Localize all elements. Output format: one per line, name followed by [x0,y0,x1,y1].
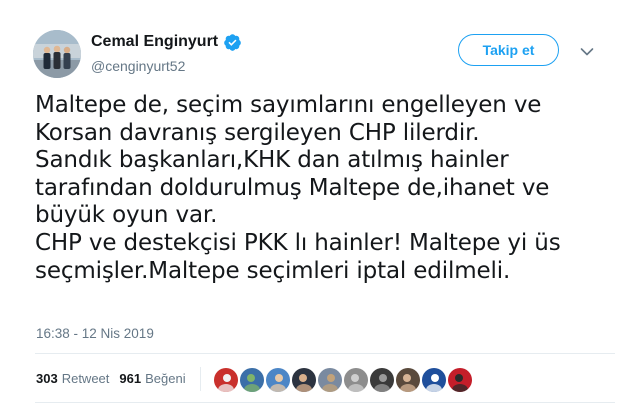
liker-avatar-flag[interactable] [448,368,472,392]
liker-avatar-person-dark[interactable] [292,368,316,392]
tweet-text-line: seçmişler.Maltepe seçimleri iptal edilme… [35,257,511,284]
like-label: Beğeni [145,371,186,386]
like-stat[interactable]: 961 Beğeni [119,371,185,386]
retweet-label: Retweet [61,371,110,386]
author-info: Cemal Enginyurt @cenginyurt52 [91,32,242,75]
liker-avatar-person-blue[interactable] [266,368,290,392]
retweet-count: 303 [36,371,58,386]
retweet-stat[interactable]: 303 Retweet [36,371,109,386]
liker-avatar-emblem[interactable] [422,368,446,392]
follow-button[interactable]: Takip et [458,34,559,66]
tweet-text-line: tarafından doldurulmuş Maltepe de,ihanet… [35,174,550,201]
verified-badge-icon [223,33,242,52]
author-handle[interactable]: @cenginyurt52 [91,57,242,75]
tweet-text: Maltepe de, seçim sayımlarını engelleyen… [35,92,615,285]
chevron-down-icon[interactable] [580,44,594,56]
tweet-text-line: Maltepe de, seçim sayımlarını engelleyen… [35,92,542,118]
liker-avatar-grey[interactable] [344,368,368,392]
tweet-text-line: Sandık başkanları,KHK dan atılmış hainle… [35,147,509,174]
group-photo-avatar [33,30,81,78]
liker-avatar-red[interactable] [214,368,238,392]
liker-avatars [214,368,472,392]
like-count: 961 [119,371,142,386]
divider [35,353,615,354]
tweet-timestamp[interactable]: 16:38 - 12 Nis 2019 [36,326,154,341]
liker-avatar-portrait[interactable] [396,368,420,392]
tweet-stats: 303 Retweet 961 Beğeni [36,371,196,386]
tweet-text-line: CHP ve destekçisi PKK lı hainler! Maltep… [35,229,561,256]
stats-separator [200,367,201,391]
liker-avatar-mono[interactable] [370,368,394,392]
tweet-text-line: Korsan davranış sergileyen CHP lilerdir. [35,119,480,146]
author-display-name[interactable]: Cemal Enginyurt [91,32,218,52]
author-avatar[interactable] [33,30,81,78]
tweet-text-line: büyük oyun var. [35,202,218,229]
liker-avatar-stadium[interactable] [240,368,264,392]
liker-avatar-landscape[interactable] [318,368,342,392]
